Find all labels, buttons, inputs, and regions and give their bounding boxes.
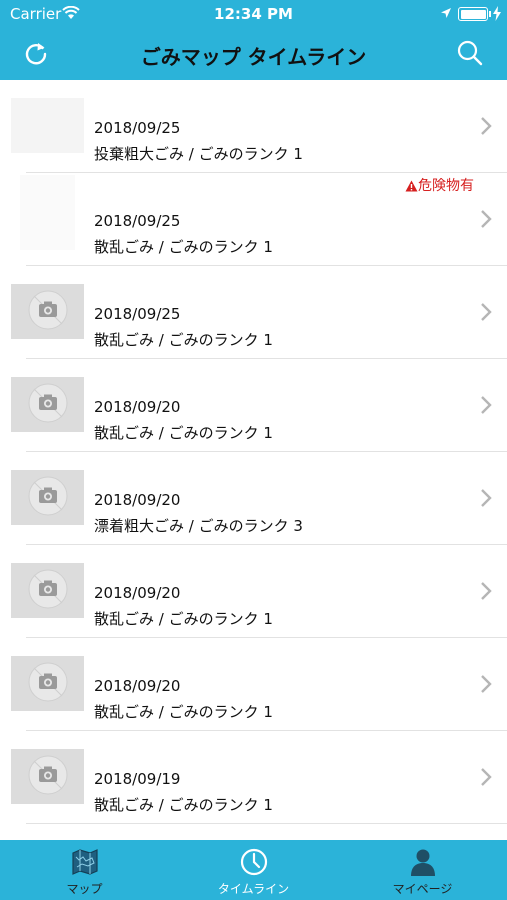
tab-bar: マップ タイムライン マイページ [0, 840, 507, 900]
item-date: 2018/09/25 [94, 305, 181, 323]
no-photo-thumbnail [11, 563, 84, 618]
item-date: 2018/09/20 [94, 584, 181, 602]
no-photo-thumbnail [11, 749, 84, 804]
warning-icon [405, 180, 418, 192]
list-item[interactable]: 2018/09/25 散乱ごみ / ごみのランク 1 [0, 266, 507, 359]
search-icon[interactable] [456, 39, 484, 67]
status-bar: Carrier 12:34 PM [0, 0, 507, 28]
tab-mypage[interactable]: マイページ [338, 840, 507, 900]
no-photo-icon [28, 662, 68, 702]
item-date: 2018/09/20 [94, 491, 181, 509]
item-description: 投棄粗大ごみ / ごみのランク 1 [94, 145, 303, 163]
no-photo-icon [28, 290, 68, 330]
item-description: 散乱ごみ / ごみのランク 1 [94, 610, 273, 628]
item-description: 散乱ごみ / ごみのランク 1 [94, 238, 273, 256]
no-photo-thumbnail [11, 284, 84, 339]
clock-icon [240, 848, 268, 876]
no-photo-icon [28, 383, 68, 423]
tab-map-label: マップ [66, 882, 103, 896]
battery-nub [489, 11, 491, 17]
tab-timeline[interactable]: タイムライン [169, 840, 338, 900]
list-item[interactable]: 2018/09/20 散乱ごみ / ごみのランク 1 [0, 545, 507, 638]
item-date: 2018/09/25 [94, 212, 181, 230]
list-item[interactable]: 2018/09/20 散乱ごみ / ごみのランク 1 [0, 359, 507, 452]
chevron-right-icon [481, 396, 492, 414]
clock-time: 12:34 PM [214, 5, 293, 23]
no-photo-thumbnail [11, 470, 84, 525]
photo-thumbnail [11, 98, 84, 153]
tab-map[interactable]: マップ [0, 840, 169, 900]
no-photo-icon [28, 569, 68, 609]
no-photo-icon [28, 755, 68, 795]
chevron-right-icon [481, 675, 492, 693]
item-description: 散乱ごみ / ごみのランク 1 [94, 424, 273, 442]
battery-icon [458, 7, 488, 21]
photo-thumbnail [20, 175, 75, 250]
list-item[interactable]: 危険物有 2018/09/25 散乱ごみ / ごみのランク 1 [0, 173, 507, 266]
hazard-badge: 危険物有 [405, 175, 474, 195]
item-date: 2018/09/20 [94, 677, 181, 695]
chevron-right-icon [481, 210, 492, 228]
list-item[interactable]: 2018/09/19 散乱ごみ / ごみのランク 1 [0, 731, 507, 824]
item-description: 漂着粗大ごみ / ごみのランク 3 [94, 517, 303, 535]
list-item[interactable]: 2018/09/25 投棄粗大ごみ / ごみのランク 1 [0, 80, 507, 173]
item-description: 散乱ごみ / ごみのランク 1 [94, 703, 273, 721]
hazard-label: 危険物有 [418, 178, 474, 194]
tab-mypage-label: マイページ [392, 882, 453, 896]
list-item[interactable]: 2018/09/20 漂着粗大ごみ / ごみのランク 3 [0, 452, 507, 545]
map-icon [72, 849, 98, 875]
charging-bolt-icon [493, 6, 501, 21]
item-date: 2018/09/20 [94, 398, 181, 416]
chevron-right-icon [481, 303, 492, 321]
chevron-right-icon [481, 582, 492, 600]
person-icon [411, 849, 435, 876]
item-description: 散乱ごみ / ごみのランク 1 [94, 331, 273, 349]
item-date: 2018/09/19 [94, 770, 181, 788]
list-item[interactable]: 2018/09/20 散乱ごみ / ごみのランク 1 [0, 638, 507, 731]
chevron-right-icon [481, 489, 492, 507]
no-photo-icon [28, 476, 68, 516]
row-separator [26, 823, 507, 824]
location-arrow-icon [441, 8, 451, 18]
item-date: 2018/09/25 [94, 119, 181, 137]
chevron-right-icon [481, 117, 492, 135]
chevron-right-icon [481, 768, 492, 786]
no-photo-thumbnail [11, 656, 84, 711]
no-photo-thumbnail [11, 377, 84, 432]
item-description: 散乱ごみ / ごみのランク 1 [94, 796, 273, 814]
tab-timeline-label: タイムライン [217, 882, 290, 896]
nav-bar: ごみマップ タイムライン [0, 28, 507, 80]
timeline-list[interactable]: 2018/09/25 投棄粗大ごみ / ごみのランク 1 危険物有 2018/0… [0, 80, 507, 840]
page-title: ごみマップ タイムライン [140, 45, 367, 69]
